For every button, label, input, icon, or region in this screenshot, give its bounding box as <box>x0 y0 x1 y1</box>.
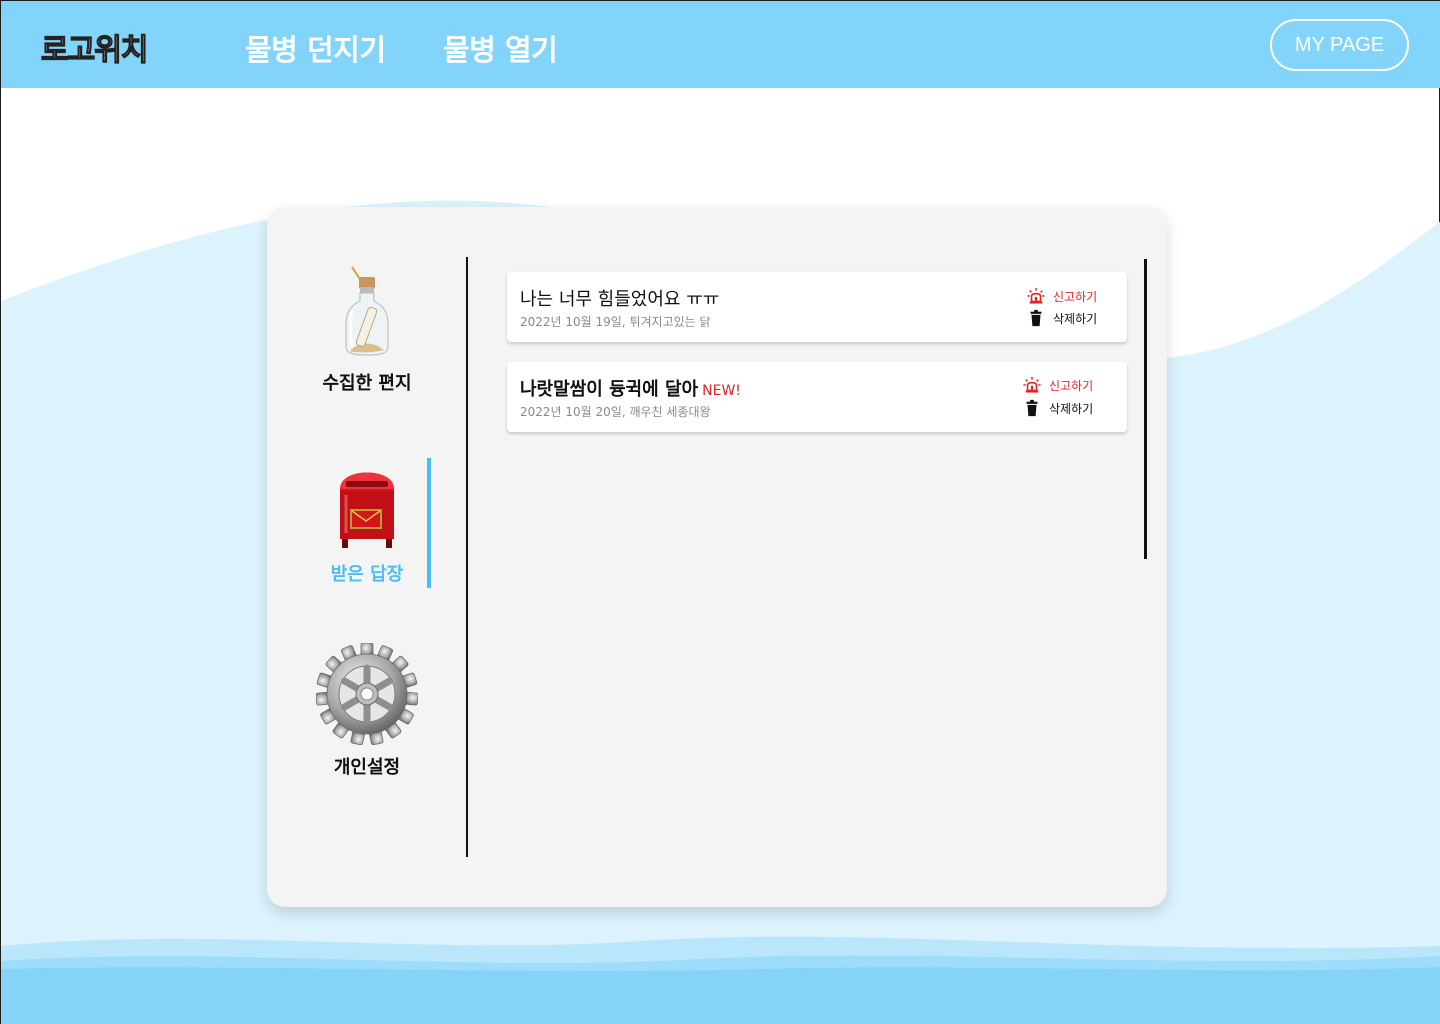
delete-button[interactable]: 삭제하기 <box>1023 399 1093 417</box>
sidebar-item-label: 개인설정 <box>333 757 401 778</box>
trash-icon <box>1026 399 1038 417</box>
delete-label: 삭제하기 <box>1049 401 1094 416</box>
sidebar-item-settings[interactable]: 개인설정 <box>297 643 437 779</box>
sidebar-item-label: 수집한 편지 <box>322 373 412 394</box>
delete-button[interactable]: 삭제하기 <box>1027 309 1097 327</box>
letter-title: 나랏말쌈이 듕귁에 달아 NEW! <box>520 375 741 401</box>
mypage-card: 수집한 편지 받은 답장 개인설정 나는 너무 힘들었어요 ㅠㅠ 2022년 1… <box>267 207 1167 907</box>
top-navigation-bar: 로고위치 물병 던지기 물병 열기 MY PAGE <box>1 1 1440 88</box>
list-item[interactable]: 나랏말쌈이 듕귁에 달아 NEW! 2022년 10월 20일, 깨우친 세종대왕… <box>507 362 1127 432</box>
bottle-letter-icon <box>345 266 389 356</box>
report-button[interactable]: 신고하기 <box>1023 376 1093 394</box>
list-item[interactable]: 나는 너무 힘들었어요 ㅠㅠ 2022년 10월 19일, 튀겨지고있는 닭 신… <box>507 272 1127 342</box>
nav-open-bottle[interactable]: 물병 열기 <box>443 27 558 69</box>
new-badge: NEW! <box>702 383 741 399</box>
letter-title-text: 나랏말쌈이 듕귁에 달아 <box>520 379 699 400</box>
logo[interactable]: 로고위치 <box>40 25 149 69</box>
scrollbar[interactable] <box>1144 259 1147 559</box>
report-label: 신고하기 <box>1053 289 1098 304</box>
trash-icon <box>1030 309 1042 327</box>
nav-throw-bottle[interactable]: 물병 던지기 <box>245 27 386 69</box>
mailbox-icon <box>340 472 394 548</box>
active-sidebar-indicator <box>427 458 431 588</box>
letter-meta: 2022년 10월 19일, 튀겨지고있는 닭 <box>520 315 711 329</box>
delete-label: 삭제하기 <box>1053 311 1098 326</box>
gear-icon <box>316 643 418 745</box>
letter-meta: 2022년 10월 20일, 깨우친 세종대왕 <box>520 405 711 419</box>
sidebar-divider <box>466 257 468 857</box>
letter-title: 나는 너무 힘들었어요 ㅠㅠ <box>520 289 720 310</box>
sidebar-item-label: 받은 답장 <box>330 564 404 585</box>
report-button[interactable]: 신고하기 <box>1027 287 1097 305</box>
siren-icon <box>1023 376 1041 393</box>
report-label: 신고하기 <box>1049 378 1094 393</box>
sidebar-item-received-replies[interactable]: 받은 답장 <box>297 457 437 586</box>
siren-icon <box>1027 287 1045 304</box>
mypage-button[interactable]: MY PAGE <box>1270 19 1409 71</box>
sidebar-item-collected-letters[interactable]: 수집한 편지 <box>297 261 437 395</box>
